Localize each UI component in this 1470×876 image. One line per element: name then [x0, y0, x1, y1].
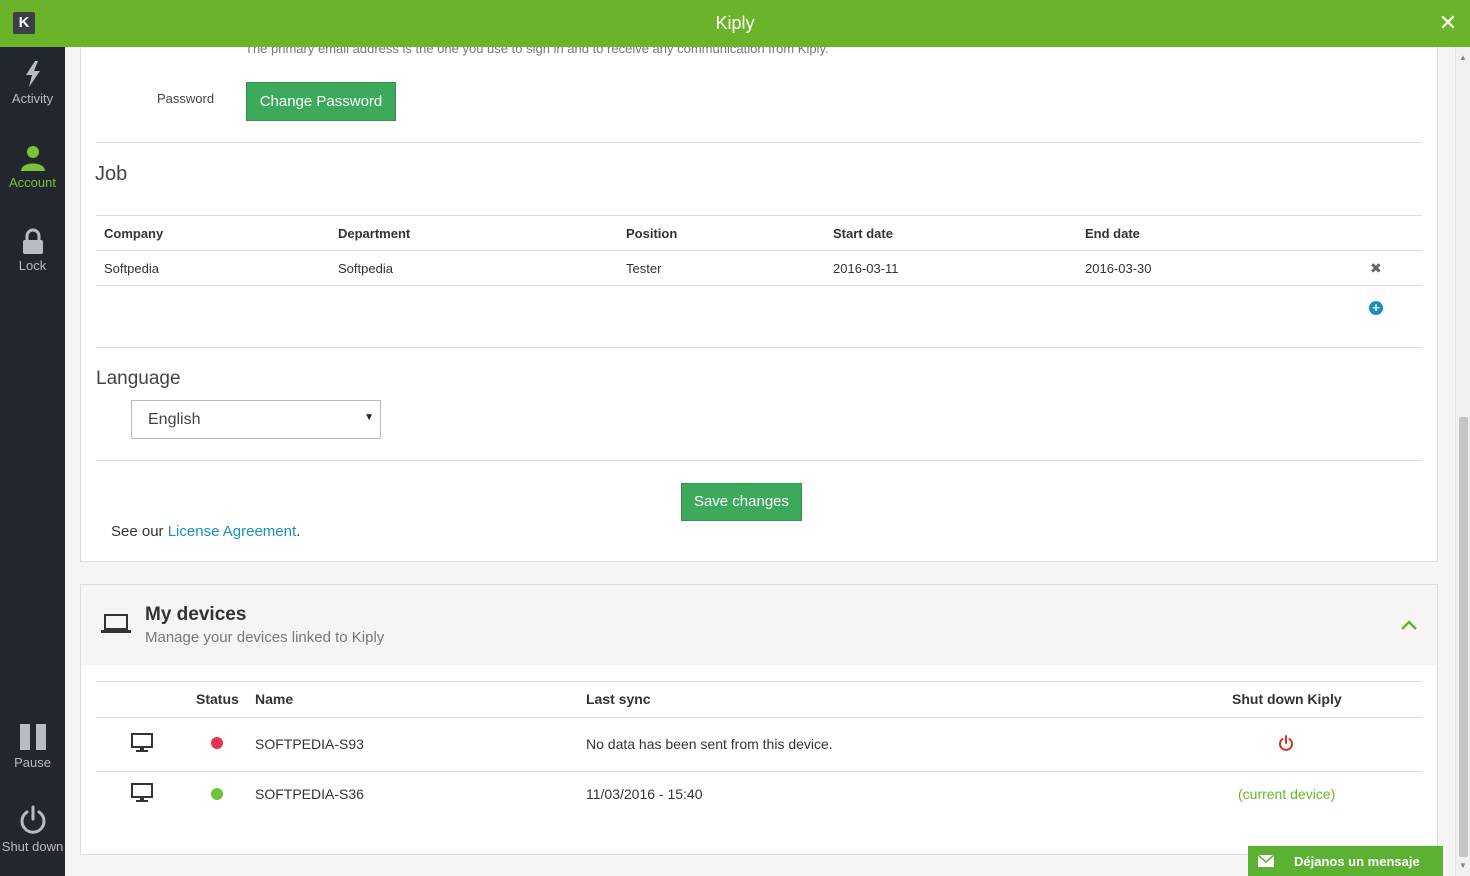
device-last-sync: 11/03/2016 - 15:40 — [586, 786, 703, 802]
divider — [96, 681, 1422, 682]
job-section-title: Job — [95, 163, 128, 185]
column-header-shutdown: Shut down Kiply — [1232, 691, 1342, 707]
devices-subtitle: Manage your devices linked to Kiply — [145, 629, 385, 646]
license-suffix: . — [296, 523, 301, 540]
language-select[interactable]: English ▼ — [131, 400, 381, 439]
license-agreement-link[interactable]: License Agreement — [168, 523, 296, 540]
sidebar-item-label: Shut down — [1, 839, 64, 854]
add-job-icon[interactable]: + — [1369, 301, 1383, 315]
sidebar: Activity Account Lock Pause Shut down — [0, 47, 65, 876]
sidebar-item-label: Lock — [18, 258, 47, 273]
laptop-icon — [101, 614, 131, 633]
sidebar-item-label: Account — [9, 175, 56, 190]
job-department: Softpedia — [338, 261, 393, 276]
job-company: Softpedia — [104, 261, 159, 276]
mail-icon — [1258, 855, 1274, 867]
current-device-label: (current device) — [1238, 786, 1336, 802]
delete-job-icon[interactable]: ✖ — [1370, 261, 1382, 275]
save-changes-button[interactable]: Save changes — [681, 483, 802, 521]
status-dot-online — [211, 788, 223, 800]
column-header-company: Company — [104, 226, 164, 241]
device-name: SOFTPEDIA-S36 — [255, 786, 364, 802]
device-name: SOFTPEDIA-S93 — [255, 736, 364, 752]
device-last-sync: No data has been sent from this device. — [586, 736, 833, 752]
leave-message-label: Déjanos un mensaje — [1294, 854, 1420, 869]
divider — [96, 250, 1422, 251]
sidebar-item-lock[interactable]: Lock — [0, 228, 65, 273]
chevron-up-icon[interactable] — [1400, 619, 1418, 631]
password-label: Password — [157, 91, 215, 106]
column-header-start-date: Start date — [833, 226, 893, 241]
change-password-button[interactable]: Change Password — [246, 82, 396, 121]
sidebar-item-account[interactable]: Account — [0, 145, 65, 190]
main-content: The primary email address is the one you… — [65, 47, 1455, 876]
lightning-icon — [25, 61, 40, 87]
divider — [96, 771, 1422, 772]
divider — [96, 717, 1422, 718]
column-header-last-sync: Last sync — [586, 691, 651, 707]
column-header-name: Name — [255, 691, 294, 707]
lock-icon — [22, 228, 43, 254]
divider — [96, 215, 1422, 216]
language-section-title: Language — [96, 368, 181, 389]
desktop-icon — [131, 783, 153, 802]
divider — [96, 347, 1422, 348]
power-icon — [20, 805, 45, 834]
scroll-thumb[interactable] — [1459, 417, 1468, 857]
divider — [96, 460, 1422, 461]
user-icon — [20, 146, 45, 171]
sidebar-item-label: Pause — [14, 755, 51, 770]
license-prefix: See our — [111, 523, 168, 540]
dropdown-caret-icon: ▼ — [364, 412, 374, 423]
sidebar-item-shutdown[interactable]: Shut down — [0, 805, 65, 854]
column-header-status: Status — [196, 691, 239, 707]
close-button[interactable]: ✕ — [1436, 10, 1460, 36]
devices-card-header — [80, 584, 1438, 666]
power-button-icon[interactable] — [1278, 735, 1294, 752]
pause-icon — [19, 724, 46, 750]
job-start-date: 2016-03-11 — [833, 261, 899, 276]
column-header-position: Position — [626, 226, 678, 241]
devices-title: My devices — [145, 604, 247, 625]
job-end-date: 2016-03-30 — [1085, 261, 1152, 276]
divider — [96, 285, 1422, 286]
column-header-department: Department — [338, 226, 411, 241]
desktop-icon — [131, 733, 153, 752]
license-text: See our License Agreement. — [111, 523, 300, 540]
job-position: Tester — [626, 261, 662, 276]
leave-message-button[interactable]: Déjanos un mensaje — [1248, 846, 1443, 876]
divider — [96, 142, 1422, 143]
title-bar: K Kiply ✕ — [0, 0, 1470, 47]
scroll-down-arrow-icon[interactable]: ▼ — [1459, 861, 1467, 870]
vertical-scrollbar[interactable]: ▲ ▼ — [1455, 47, 1470, 876]
sidebar-item-activity[interactable]: Activity — [0, 61, 65, 106]
language-selected-value: English — [148, 411, 201, 428]
sidebar-item-label: Activity — [11, 91, 54, 106]
sidebar-item-pause[interactable]: Pause — [0, 723, 65, 770]
scroll-up-arrow-icon[interactable]: ▲ — [1459, 53, 1467, 62]
status-dot-offline — [211, 737, 223, 749]
window-title: Kiply — [715, 13, 755, 33]
email-hint: The primary email address is the one you… — [245, 47, 829, 56]
column-header-end-date: End date — [1085, 226, 1140, 241]
